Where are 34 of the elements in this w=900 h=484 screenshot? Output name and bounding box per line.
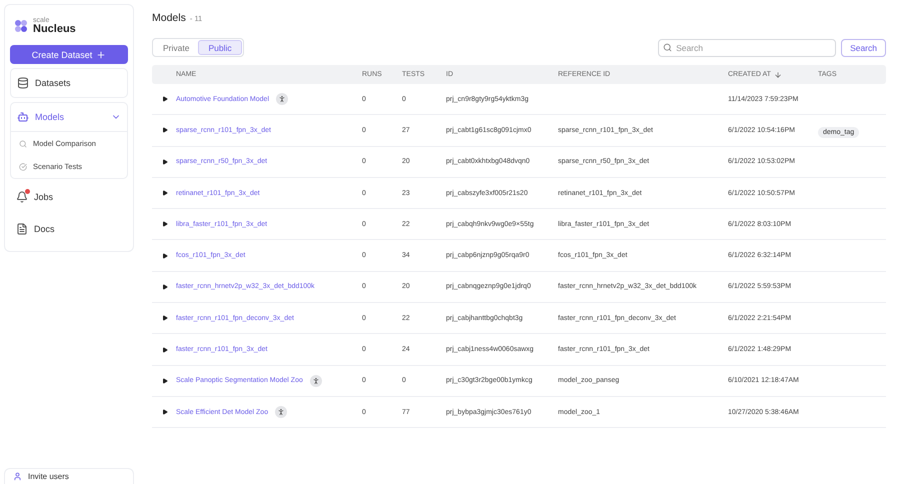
robot-icon [17, 111, 29, 123]
expand-icon[interactable] [162, 127, 168, 134]
search-field[interactable]: Search [658, 38, 836, 56]
tab[interactable]: Private [154, 40, 198, 55]
sidebar-item[interactable]: Models [11, 103, 127, 131]
sidebar-item[interactable]: Jobs [10, 183, 128, 211]
search-button[interactable]: Search [841, 38, 886, 56]
plus-icon [96, 50, 106, 60]
check-circle-icon [19, 162, 27, 170]
database-icon [17, 77, 29, 89]
expand-icon[interactable] [162, 221, 168, 228]
expand-icon[interactable] [162, 284, 168, 290]
tab[interactable]: Public [198, 40, 242, 55]
invite-users-item[interactable]: Invite users [4, 468, 134, 484]
expand-icon[interactable] [162, 158, 168, 165]
expand-icon[interactable] [162, 409, 168, 416]
search-icon [663, 43, 672, 52]
page-title: Models [152, 12, 186, 24]
user-icon [13, 472, 22, 481]
expand-icon[interactable] [162, 346, 168, 353]
search-icon [19, 140, 27, 148]
expand-icon[interactable] [162, 252, 168, 259]
sidebar-item[interactable]: Docs [10, 215, 128, 243]
brand-name: Nucleus [33, 24, 76, 35]
sidebar-item-label: Models [35, 112, 64, 122]
document-icon [16, 223, 28, 235]
expand-icon[interactable] [162, 96, 168, 102]
expand-icon[interactable] [162, 378, 168, 384]
bell-icon [16, 191, 28, 203]
create-dataset-button[interactable]: Create Dataset [10, 45, 128, 64]
expand-icon[interactable] [162, 190, 168, 196]
sidebar-item[interactable]: Datasets [11, 69, 127, 97]
logo-icon [14, 19, 28, 33]
expand-icon[interactable] [162, 315, 168, 322]
